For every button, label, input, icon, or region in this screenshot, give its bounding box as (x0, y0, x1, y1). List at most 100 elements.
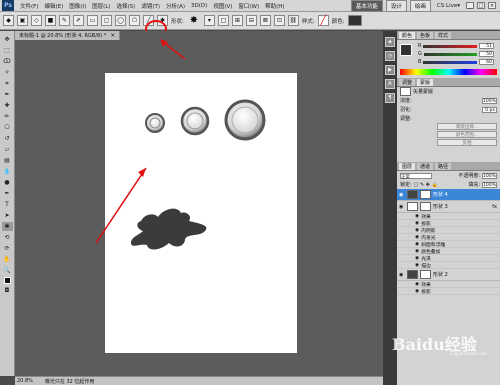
cs-live-button[interactable]: CS Live▾ (434, 3, 463, 9)
slider-track-r[interactable] (423, 44, 477, 48)
fill-value[interactable]: 100% (482, 181, 497, 188)
color-spectrum-bar[interactable] (400, 69, 497, 75)
3d-rotate-tool-icon[interactable]: ⟲ (2, 233, 13, 242)
close-tab-icon[interactable]: × (110, 32, 115, 39)
invert-button[interactable]: 反相 (437, 139, 497, 146)
workspace-painting-button[interactable]: 绘画 (409, 0, 431, 12)
gradient-tool-icon[interactable]: ▤ (2, 156, 13, 165)
eraser-tool-icon[interactable]: ▱ (2, 145, 13, 154)
effect-item[interactable]: ◉ 投影 (397, 288, 500, 295)
visibility-eye-icon[interactable]: ◉ (399, 192, 405, 198)
menu-edit[interactable]: 编辑(E) (41, 2, 66, 10)
menu-file[interactable]: 文件(F) (17, 2, 41, 10)
visibility-eye-icon[interactable]: ◉ (399, 204, 405, 210)
eyedropper-tool-icon[interactable]: ✒ (2, 90, 13, 99)
slider-value-g[interactable]: 50 (479, 51, 494, 57)
ellipse-icon[interactable]: ◯ (115, 15, 126, 26)
3d-orbit-tool-icon[interactable]: ⟳ (2, 244, 13, 253)
effect-item[interactable]: ◉ 描边 (397, 262, 500, 269)
tab-adjustments[interactable]: 调整 (399, 78, 416, 86)
density-value[interactable]: 100% (482, 97, 497, 104)
menu-help[interactable]: 帮助(H) (262, 2, 287, 10)
lock-icons[interactable]: □ ✎ ✥ 🔒 (414, 182, 438, 188)
tab-layers[interactable]: 图层 (399, 162, 416, 170)
eye-icon[interactable]: ◉ (415, 242, 419, 247)
eye-icon[interactable]: ◉ (415, 282, 419, 287)
style-swatch-none-icon[interactable]: ╱ (317, 15, 329, 26)
minimize-button[interactable]: _ (466, 2, 474, 9)
tool-preset-icon[interactable]: ◆ (3, 15, 14, 26)
effect-item[interactable]: ◉ 斜面和浮雕 (397, 241, 500, 248)
effect-item[interactable]: ◉ 内阴影 (397, 227, 500, 234)
mask-thumbnail[interactable] (400, 87, 411, 96)
canvas[interactable] (105, 73, 297, 353)
menu-image[interactable]: 图像(I) (66, 2, 89, 10)
foreground-color-swatch[interactable] (3, 277, 11, 284)
lasso-tool-icon[interactable]: ↀ (2, 57, 13, 66)
eye-icon[interactable]: ◉ (415, 235, 419, 240)
polygon-icon[interactable]: ⬠ (129, 15, 140, 26)
healing-tool-icon[interactable]: ✚ (2, 101, 13, 110)
rounded-rectangle-icon[interactable]: ▢ (101, 15, 112, 26)
actions-panel-icon[interactable]: ▶ (385, 65, 395, 75)
shape-picker-arrow-icon[interactable]: ▾ (203, 15, 215, 26)
color-panel-fg-swatch[interactable] (400, 44, 412, 56)
menu-analysis[interactable]: 分析(A) (163, 2, 188, 10)
menu-layer[interactable]: 图层(L) (89, 2, 113, 10)
color-range-button[interactable]: 颜色范围... (437, 131, 497, 138)
layer-row-shape4[interactable]: ◉ 形状 4 (397, 189, 500, 201)
pen-icon[interactable]: ✎ (59, 15, 70, 26)
clone-stamp-tool-icon[interactable]: ⎔ (2, 123, 13, 132)
crop-tool-icon[interactable]: ⌗ (2, 79, 13, 88)
color-swatch[interactable] (347, 15, 362, 26)
new-layer-mode-icon[interactable]: □ (217, 15, 229, 26)
hand-tool-icon[interactable]: ✋ (2, 255, 13, 264)
layer-row-shape2[interactable]: ◉ 形状 2 (397, 269, 500, 281)
slider-track-g[interactable] (423, 52, 477, 56)
paragraph-panel-icon[interactable]: ¶ (385, 93, 395, 103)
dodge-tool-icon[interactable]: ● (2, 178, 13, 187)
custom-shape-tool-icon[interactable]: ✱ (1, 222, 13, 231)
character-panel-icon[interactable]: A (385, 79, 395, 89)
menu-filter[interactable]: 滤镜(T) (138, 2, 163, 10)
brush-tool-icon[interactable]: ✏ (2, 112, 13, 121)
type-tool-icon[interactable]: T (2, 200, 13, 209)
pen-tool-icon[interactable]: ✒ (2, 189, 13, 198)
rectangle-icon[interactable]: ▭ (87, 15, 98, 26)
eye-icon[interactable]: ◉ (415, 249, 419, 254)
eye-icon[interactable]: ◉ (415, 214, 419, 219)
eye-icon[interactable]: ◉ (415, 228, 419, 233)
quick-select-tool-icon[interactable]: ✧ (2, 68, 13, 77)
history-panel-icon[interactable]: ◷ (385, 51, 395, 61)
effect-item[interactable]: ◉ 内发光 (397, 234, 500, 241)
tab-color[interactable]: 颜色 (399, 31, 416, 39)
feather-value[interactable]: 0 px (482, 106, 497, 113)
tab-styles[interactable]: 样式 (435, 31, 452, 39)
eye-icon[interactable]: ◉ (415, 289, 419, 294)
tab-masks[interactable]: 蒙版 (417, 78, 434, 86)
document-tab[interactable]: 未标题-1 @ 20.8% (形状 4, RGB/8) * × (15, 31, 121, 40)
menu-select[interactable]: 选择(S) (114, 2, 139, 10)
add-mode-icon[interactable]: ⊞ (231, 15, 243, 26)
path-select-tool-icon[interactable]: ➤ (2, 211, 13, 220)
workspace-design-button[interactable]: 设计 (385, 0, 407, 12)
workspace-essentials-button[interactable]: 基本功能 (350, 0, 383, 12)
menu-view[interactable]: 视图(V) (210, 2, 235, 10)
effect-item[interactable]: ◉ 颜色叠加 (397, 248, 500, 255)
fx-icon[interactable]: fx (492, 204, 500, 210)
effect-item[interactable]: ◉ 投影 (397, 220, 500, 227)
freeform-pen-icon[interactable]: ✐ (73, 15, 84, 26)
slider-track-b[interactable] (423, 60, 477, 64)
tab-channels[interactable]: 通道 (417, 162, 434, 170)
menu-window[interactable]: 窗口(W) (235, 2, 262, 10)
maximize-button[interactable]: □ (477, 2, 485, 9)
fill-pixels-icon[interactable]: ■ (45, 15, 56, 26)
effect-item[interactable]: ◉ 光泽 (397, 255, 500, 262)
zoom-tool-icon[interactable]: 🔍 (2, 266, 13, 275)
close-window-button[interactable]: × (488, 2, 496, 9)
eye-icon[interactable]: ◉ (415, 221, 419, 226)
slider-value-r[interactable]: 51 (479, 43, 494, 49)
3d-panel-icon[interactable]: ◈ (385, 37, 395, 47)
visibility-eye-icon[interactable]: ◉ (399, 272, 405, 278)
history-brush-tool-icon[interactable]: ↺ (2, 134, 13, 143)
